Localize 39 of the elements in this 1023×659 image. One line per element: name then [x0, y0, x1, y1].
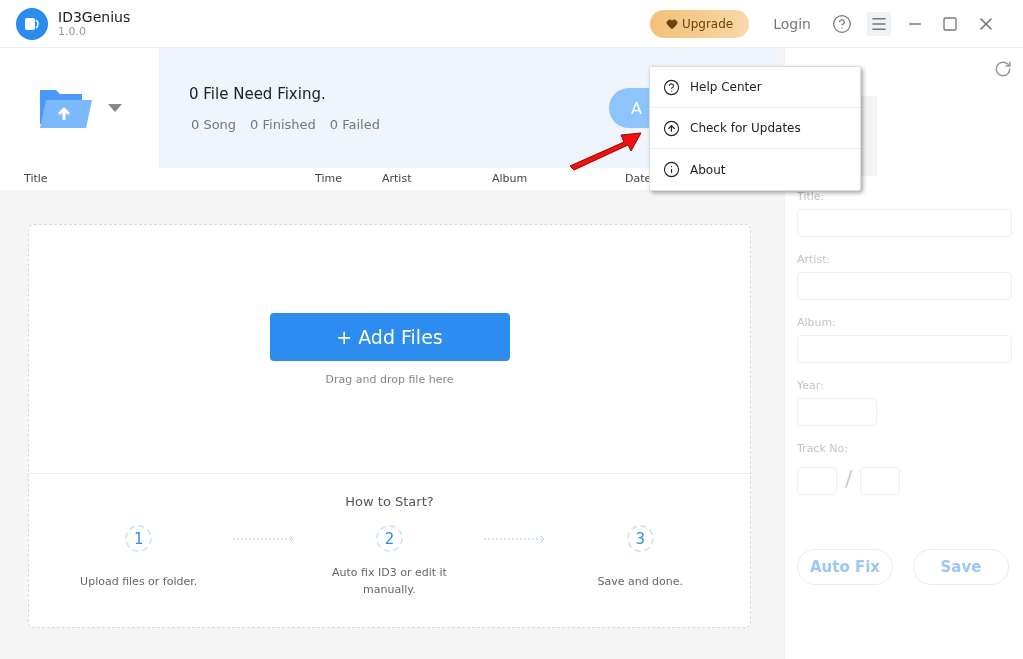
field-label: Year:: [797, 379, 825, 392]
files-need-fixing-text: 0 File Need Fixing.: [189, 84, 327, 103]
drag-drop-hint: Drag and drop file here: [325, 372, 454, 386]
help-icon: [663, 78, 680, 96]
column-header[interactable]: Artist: [382, 172, 412, 185]
step-number: 3: [626, 525, 654, 552]
dropdown-caret-icon[interactable]: [107, 104, 122, 112]
app-name: ID3Genius: [58, 9, 131, 25]
stat-text: 0 Song: [191, 116, 237, 132]
menu-item[interactable]: Check for Updates: [650, 108, 860, 149]
step-text: Upload files or folder.: [80, 573, 198, 590]
app-version: 1.0.0: [58, 25, 87, 38]
info-icon: [663, 161, 680, 178]
field-label: Title:: [797, 190, 826, 203]
stat-text: 0 Finished: [250, 116, 316, 132]
step-text: Auto fix ID3 or edit it manually.: [331, 565, 448, 598]
step-number: 2: [375, 525, 403, 552]
refresh-icon[interactable]: [994, 60, 1012, 78]
step-number: 1: [125, 525, 153, 552]
heart-icon: [665, 17, 678, 30]
menu-item[interactable]: Help Center: [650, 67, 860, 108]
separator-text: /: [845, 465, 853, 491]
field-label: Album:: [797, 316, 837, 329]
step-text: Save and done.: [597, 573, 684, 590]
arrow-up-circle-icon: [663, 119, 680, 137]
app-logo-icon: [16, 7, 48, 40]
column-header[interactable]: Time: [315, 172, 342, 185]
field-label: Artist:: [797, 253, 832, 266]
stat-text: 0 Failed: [329, 116, 380, 132]
dotted-arrow-icon: [483, 535, 546, 543]
field-label: Track No:: [797, 442, 849, 455]
column-header[interactable]: Title: [24, 172, 48, 185]
upgrade-button[interactable]: Upgrade: [649, 9, 750, 38]
menu-icon[interactable]: [867, 11, 891, 36]
column-header[interactable]: Album: [492, 172, 528, 185]
how-to-start-title: How to Start?: [345, 494, 434, 509]
menu-item[interactable]: About: [650, 149, 860, 190]
login-link[interactable]: Login: [773, 15, 811, 32]
dotted-arrow-icon: [233, 535, 296, 543]
